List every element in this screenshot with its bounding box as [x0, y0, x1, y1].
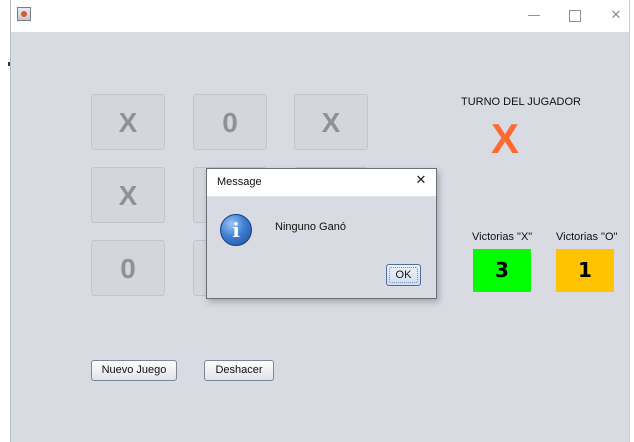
message-dialog: Message ✕ i Ninguno Ganó OK — [206, 168, 437, 299]
desktop-left-edge — [0, 0, 10, 442]
wins-x-label: Victorias "X" — [472, 231, 533, 243]
minimize-button[interactable]: — — [522, 6, 546, 26]
board-cell-3[interactable]: X — [294, 94, 368, 150]
dialog-titlebar[interactable]: Message ✕ — [207, 169, 436, 197]
board-cell-7[interactable]: 0 — [91, 240, 165, 296]
board-cell-1[interactable]: X — [91, 94, 165, 150]
wins-o-label: Victorias "O" — [556, 231, 618, 243]
dialog-message: Ninguno Ganó — [275, 221, 346, 233]
dialog-close-button[interactable]: ✕ — [412, 172, 430, 190]
close-button[interactable]: ✕ — [604, 6, 628, 26]
board-cell-4[interactable]: X — [91, 167, 165, 223]
wins-o-score: 1 — [556, 249, 614, 292]
turn-label: TURNO DEL JUGADOR — [461, 96, 581, 108]
dialog-title: Message — [217, 176, 262, 188]
dialog-ok-button[interactable]: OK — [386, 264, 421, 286]
info-icon: i — [220, 214, 252, 246]
game-window: — ✕ X 0 X X 0 TURNO DEL JUGADOR X Victor… — [10, 0, 630, 442]
java-app-icon[interactable] — [17, 7, 31, 21]
wins-x-score: 3 — [473, 249, 531, 292]
maximize-button[interactable] — [563, 6, 587, 26]
focus-ring — [389, 267, 418, 283]
maximize-icon — [569, 9, 581, 22]
new-game-button[interactable]: Nuevo Juego — [91, 360, 177, 381]
board-cell-2[interactable]: 0 — [193, 94, 267, 150]
window-titlebar[interactable]: — ✕ — [11, 0, 629, 32]
undo-button[interactable]: Deshacer — [204, 360, 274, 381]
turn-player-mark: X — [490, 115, 519, 162]
